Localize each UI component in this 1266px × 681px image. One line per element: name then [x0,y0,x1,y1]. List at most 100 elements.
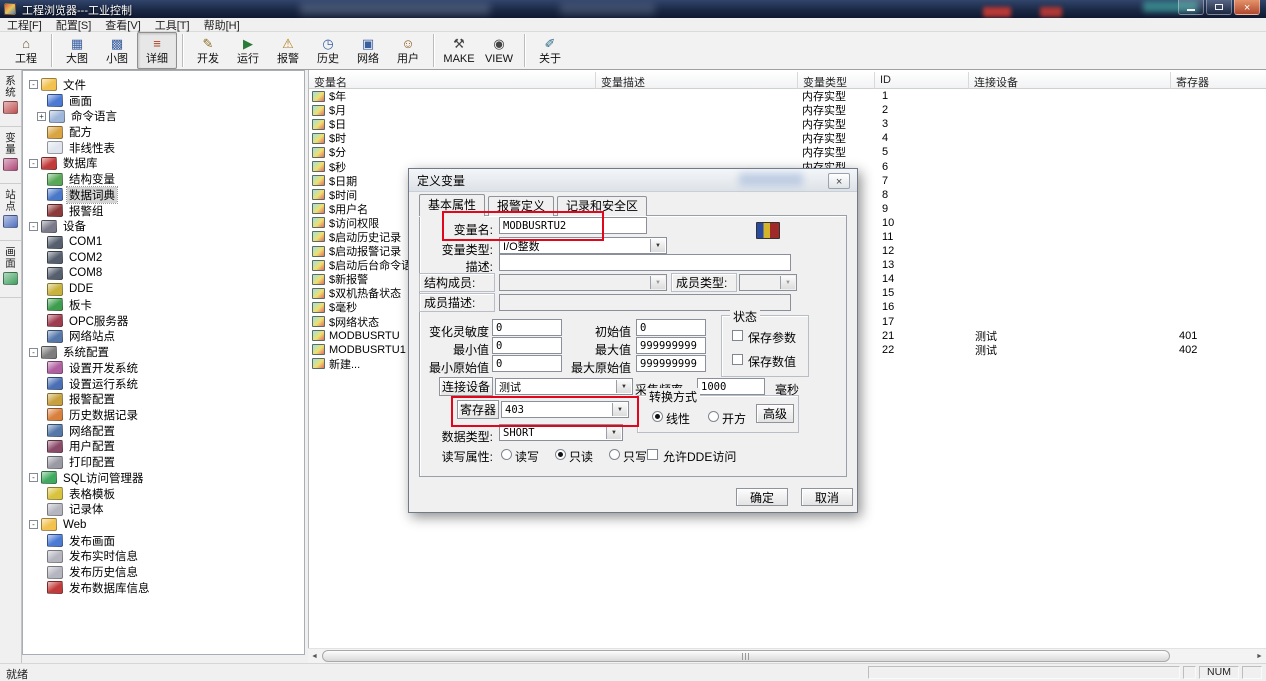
collapse-icon[interactable]: - [29,222,38,231]
table-row[interactable]: $日内存实型3 [309,117,1266,131]
cancel-button[interactable]: 取消 [801,488,853,506]
collapse-icon[interactable]: - [29,80,38,89]
tree-item[interactable]: 历史数据记录 [23,407,304,423]
horizontal-scrollbar[interactable] [308,648,1266,663]
tree-item[interactable]: 网络配置 [23,423,304,439]
dialog-tab-record-security[interactable]: 记录和安全区 [557,196,647,216]
menu-item-tools[interactable]: 工具[T] [148,17,197,33]
table-row[interactable]: $分内存实型5 [309,145,1266,159]
column-header-variable-type[interactable]: 变量类型 [798,72,875,89]
tree-item[interactable]: -设备 [23,218,304,234]
tree-item[interactable]: 数据词典 [23,187,304,203]
table-row[interactable]: $月内存实型2 [309,103,1266,117]
initial-value-input[interactable]: 0 [636,319,706,336]
tree-item[interactable]: -SQL访问管理器 [23,470,304,486]
device-button[interactable]: 连接设备 [439,377,493,396]
menu-item-config[interactable]: 配置[S] [49,17,98,33]
tree-item[interactable]: 发布实时信息 [23,549,304,565]
tree-item[interactable]: OPC服务器 [23,313,304,329]
dialog-tab-alarm-define[interactable]: 报警定义 [488,196,554,216]
toolbar-button-larges-icon[interactable]: ▦大图 [57,32,97,69]
variable-type-dropdown[interactable]: I/O整数 [499,237,667,254]
toolbar-button-make[interactable]: ⚒MAKE [439,32,479,69]
dropdown-arrow-icon[interactable] [616,380,631,393]
tree-item[interactable]: 报警组 [23,203,304,219]
tree-item[interactable]: -Web [23,517,304,533]
toolbar-button-network[interactable]: ▣网络 [348,32,388,69]
expand-icon[interactable]: + [37,112,46,121]
collapse-icon[interactable]: - [29,520,38,529]
side-tab-station[interactable]: 站点 [0,184,21,241]
tree-item[interactable]: COM8 [23,266,304,282]
tree-item[interactable]: 非线性表 [23,140,304,156]
sensitivity-input[interactable]: 0 [492,319,562,336]
menu-item-project[interactable]: 工程[F] [0,17,49,33]
tree-item[interactable]: 发布画面 [23,533,304,549]
tree-item[interactable]: 报警配置 [23,391,304,407]
tree-item[interactable]: 设置开发系统 [23,360,304,376]
table-row[interactable]: $时内存实型4 [309,131,1266,145]
toolbar-button-alarm[interactable]: ⚠报警 [268,32,308,69]
side-tab-system[interactable]: 系统 [0,70,21,127]
scroll-left-icon[interactable] [308,650,321,663]
max-value-input[interactable]: 999999999 [636,337,706,354]
dropdown-arrow-icon[interactable] [606,426,621,439]
collapse-icon[interactable]: - [29,159,38,168]
minimize-button[interactable] [1178,0,1204,15]
toolbar-button-details[interactable]: ≡详细 [137,32,177,69]
save-values-checkbox[interactable] [732,354,743,365]
restore-button[interactable] [1206,0,1232,15]
tree-item[interactable]: 配方 [23,124,304,140]
dropdown-arrow-icon[interactable] [650,239,665,252]
tree-item[interactable]: COM1 [23,234,304,250]
column-header-variable-name[interactable]: 变量名 [309,72,596,89]
column-header-register[interactable]: 寄存器 [1171,72,1266,89]
tree-item[interactable]: 发布历史信息 [23,564,304,580]
tree-item[interactable]: 发布数据库信息 [23,580,304,596]
advanced-button[interactable]: 高级 [756,404,794,423]
variable-name-input[interactable]: MODBUSRTU2 [499,217,647,234]
register-dropdown[interactable]: 403 [501,401,629,418]
toolbar-button-history[interactable]: ◷历史 [308,32,348,69]
min-raw-input[interactable]: 0 [492,355,562,372]
toolbar-button-smalls-icon[interactable]: ▩小图 [97,32,137,69]
tree-item[interactable]: DDE [23,281,304,297]
close-button[interactable] [1234,0,1260,15]
toolbar-button-user[interactable]: ☺用户 [388,32,428,69]
toolbar-button-about[interactable]: ✐关于 [530,32,570,69]
min-value-input[interactable]: 0 [492,337,562,354]
table-row[interactable]: $年内存实型1 [309,89,1266,103]
tree-item[interactable]: COM2 [23,250,304,266]
toolbar-button-develop[interactable]: ✎开发 [188,32,228,69]
description-input[interactable] [499,254,791,271]
tree-item[interactable]: 画面 [23,93,304,109]
save-params-checkbox[interactable] [732,330,743,341]
collapse-icon[interactable]: - [29,473,38,482]
toolbar-button-run[interactable]: ▶运行 [228,32,268,69]
column-header-variable-desc[interactable]: 变量描述 [596,72,798,89]
keyboard-icon[interactable] [756,222,780,239]
tree-item[interactable]: 网络站点 [23,329,304,345]
menu-item-view[interactable]: 查看[V] [98,17,147,33]
tree-item[interactable]: 表格模板 [23,486,304,502]
toolbar-button-project[interactable]: ⌂工程 [6,32,46,69]
tree-item[interactable]: 结构变量 [23,171,304,187]
tree-item[interactable]: 记录体 [23,501,304,517]
collapse-icon[interactable]: - [29,348,38,357]
toolbar-button-view[interactable]: ◉VIEW [479,32,519,69]
side-tab-variable[interactable]: 变量 [0,127,21,184]
side-tab-screen[interactable]: 画面 [0,241,21,298]
read-only-radio[interactable] [555,449,566,460]
tree-item[interactable]: 设置运行系统 [23,376,304,392]
column-header-device[interactable]: 连接设备 [969,72,1171,89]
tree-item[interactable]: 板卡 [23,297,304,313]
datatype-dropdown[interactable]: SHORT [499,424,623,441]
linear-radio[interactable] [652,411,663,422]
tree-item[interactable]: 用户配置 [23,439,304,455]
max-raw-input[interactable]: 999999999 [636,355,706,372]
write-only-radio[interactable] [609,449,620,460]
device-dropdown[interactable]: 测试 [495,378,633,395]
scroll-right-icon[interactable] [1253,650,1266,663]
column-header-id[interactable]: ID [875,72,969,89]
tree-item[interactable]: -数据库 [23,156,304,172]
